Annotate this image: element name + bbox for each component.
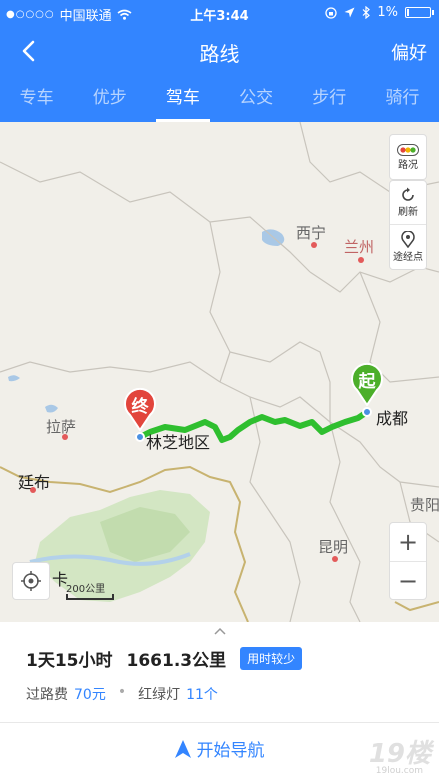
- refresh-icon: [402, 187, 414, 201]
- tab-bike[interactable]: 骑行: [366, 76, 439, 122]
- end-point-dot: [135, 432, 145, 442]
- location-arrow-icon: [344, 7, 355, 18]
- zoom-controls: + −: [389, 522, 427, 600]
- tab-walk[interactable]: 步行: [293, 76, 366, 122]
- tab-taxi[interactable]: 专车: [0, 76, 73, 122]
- nav-bar: 路线 偏好: [0, 26, 439, 76]
- panel-expand-handle[interactable]: [0, 624, 439, 638]
- place-chengdu: 成都: [376, 409, 409, 428]
- waypoint-label: 途经点: [393, 252, 423, 263]
- start-navigation-label: 开始导航: [196, 741, 265, 761]
- zoom-out-button[interactable]: −: [390, 561, 426, 599]
- route-details: 过路费 70元 • 红绿灯 11个: [26, 684, 218, 704]
- start-point-dot: [362, 407, 372, 417]
- map-tools: 路况: [389, 134, 427, 180]
- refresh-label: 刷新: [398, 207, 418, 218]
- city-dot-xining: [311, 242, 317, 248]
- waypoint-pin-icon: [401, 231, 415, 248]
- watermark-domain: 19lou.com: [375, 766, 423, 776]
- place-lhasa: 拉萨: [46, 418, 77, 436]
- scale-bar: [66, 594, 114, 600]
- locate-button[interactable]: [12, 562, 50, 600]
- battery-percent: 1%: [377, 5, 398, 20]
- map-view[interactable]: 西宁 兰州 拉萨 成都 林芝地区 廷布 昆明 贵阳 卡 终 起 路况 刷新 途经…: [0, 122, 439, 622]
- battery-icon: [405, 7, 434, 18]
- start-marker[interactable]: 起: [349, 362, 385, 407]
- city-dot-kunming: [332, 556, 338, 562]
- end-marker-label: 终: [131, 397, 149, 417]
- traffic-light-icon: [397, 143, 419, 156]
- toll-value: 70元: [74, 687, 106, 703]
- map-tools-2: 刷新 途经点: [389, 180, 427, 270]
- waypoint-button[interactable]: 途经点: [390, 225, 426, 269]
- route-summary: 1天15小时 1661.3公里 用时较少: [26, 646, 303, 671]
- crosshair-icon: [21, 571, 41, 591]
- traffic-label: 路况: [398, 159, 418, 171]
- bluetooth-icon: [362, 6, 371, 19]
- place-guiyang: 贵阳: [410, 496, 439, 514]
- status-right: 1%: [325, 5, 434, 20]
- preference-button[interactable]: 偏好: [391, 39, 427, 65]
- place-kunming: 昆明: [318, 538, 349, 556]
- tab-drive[interactable]: 驾车: [146, 76, 219, 122]
- place-xining: 西宁: [296, 224, 327, 242]
- city-dot-tingbu: [30, 487, 36, 493]
- tab-uber[interactable]: 优步: [73, 76, 146, 122]
- refresh-button[interactable]: 刷新: [390, 181, 426, 225]
- scale-label: 200公里: [66, 584, 106, 595]
- travel-mode-tabs: 专车 优步 驾车 公交 步行 骑行: [0, 76, 439, 122]
- start-marker-label: 起: [358, 372, 376, 392]
- city-dot-lanzhou: [358, 257, 364, 263]
- fastest-badge: 用时较少: [240, 647, 303, 670]
- route-duration: 1天15小时: [26, 651, 113, 671]
- route-distance: 1661.3公里: [126, 651, 227, 671]
- zoom-in-button[interactable]: +: [390, 523, 426, 561]
- traffic-button[interactable]: 路况: [390, 135, 426, 179]
- route-summary-panel[interactable]: 1天15小时 1661.3公里 用时较少 过路费 70元 • 红绿灯 11个 开…: [0, 622, 439, 780]
- chevron-up-icon: [213, 627, 226, 635]
- traffic-lights-value: 11个: [186, 687, 218, 703]
- watermark-logo: 19楼: [368, 739, 431, 769]
- traffic-lights-label: 红绿灯: [138, 687, 181, 703]
- end-marker[interactable]: 终: [122, 387, 158, 432]
- rotation-lock-icon: [325, 6, 338, 19]
- panel-divider: [0, 722, 439, 723]
- place-lanzhou: 兰州: [344, 238, 375, 256]
- detail-separator: •: [117, 684, 127, 700]
- navigation-arrow-icon: [174, 739, 191, 758]
- toll-label: 过路费: [26, 687, 68, 703]
- status-bar: ●○○○○ 中国联通 上午3:44 1%: [0, 0, 439, 26]
- place-nyingchi: 林芝地区: [146, 433, 211, 452]
- tab-transit[interactable]: 公交: [220, 76, 293, 122]
- city-dot-lhasa: [62, 434, 68, 440]
- page-title: 路线: [199, 42, 240, 66]
